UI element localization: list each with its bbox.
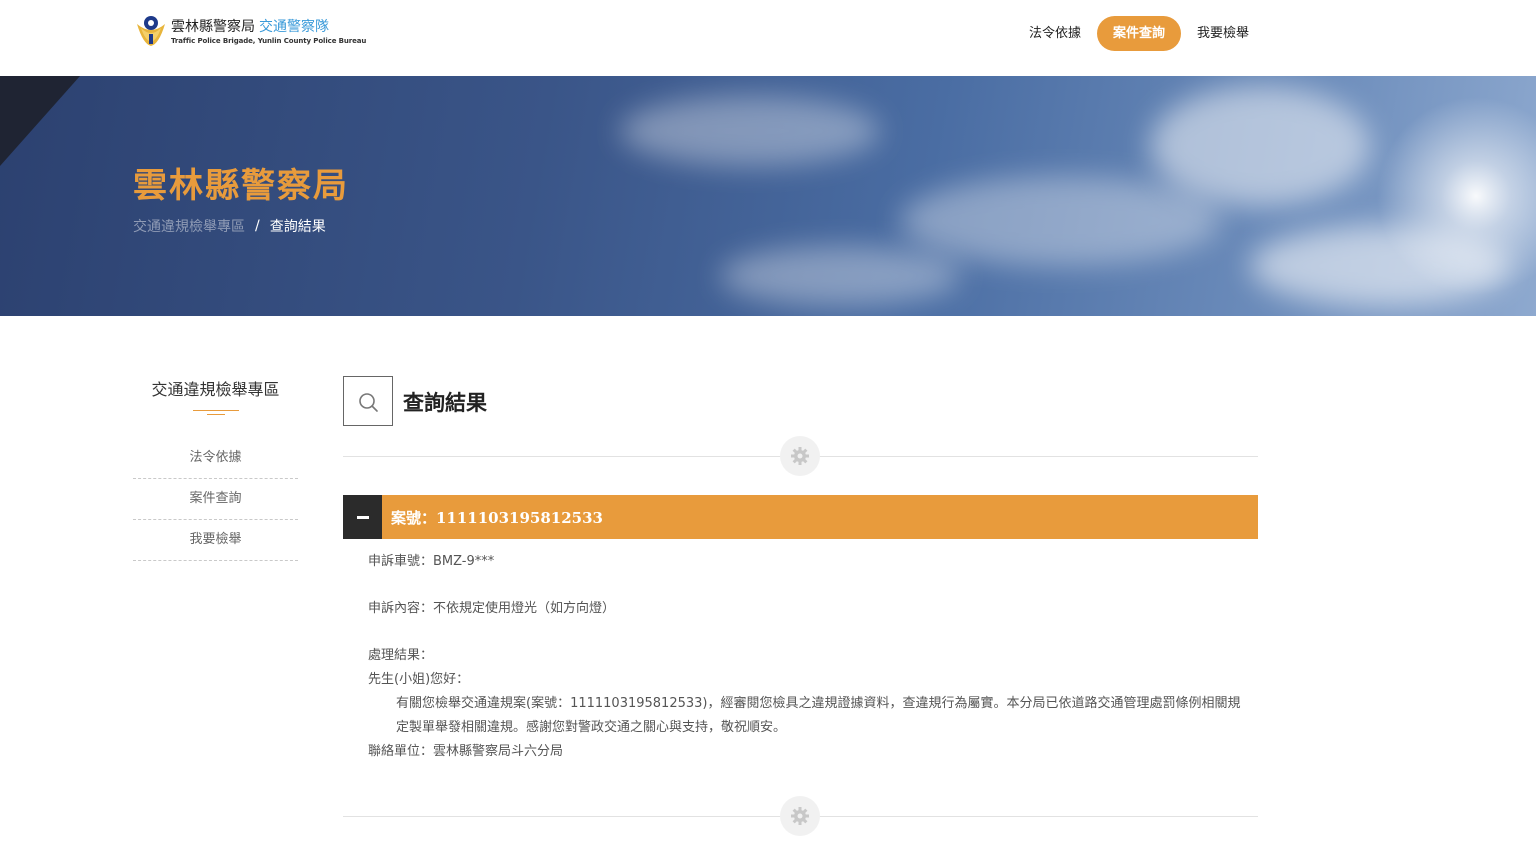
site-logo[interactable]: 雲林縣警察局 交通警察隊 Traffic Police Brigade, Yunl… [135,14,366,48]
breadcrumb-link[interactable]: 交通違規檢舉專區 [133,216,245,236]
case-header[interactable]: 案號：1111103195812533 [343,495,1258,539]
greeting: 先生(小姐)您好： [368,672,470,687]
logo-title: 雲林縣警察局 交通警察隊 [171,18,366,36]
nav-case-query[interactable]: 案件查詢 [1096,16,1181,51]
logo-subtitle: Traffic Police Brigade, Yunlin County Po… [171,36,367,45]
hero-title: 雲林縣警察局 [133,166,349,206]
minus-icon [356,515,369,519]
case-number: 案號：1111103195812533 [391,508,603,527]
main-nav: 法令依據 案件查詢 我要檢舉 [1021,16,1257,51]
hero-corner-shape [0,76,80,166]
hero-cloud [720,246,960,306]
collapse-toggle[interactable] [343,495,382,539]
result-text: 有關您檢舉交通違規案(案號：1111103195812533)，經審閱您檢具之違… [396,696,1241,735]
site-header: 雲林縣警察局 交通警察隊 Traffic Police Brigade, Yunl… [0,0,1536,76]
nav-law-basis[interactable]: 法令依據 [1021,16,1089,51]
breadcrumb-current: 查詢結果 [269,219,326,235]
logo-title-accent: 交通警察隊 [259,18,329,35]
sidebar-item-case-query[interactable]: 案件查詢 [133,479,298,520]
sidebar: 交通違規檢舉專區 法令依據 案件查詢 我要檢舉 [133,376,298,561]
search-icon [343,376,393,426]
complaint-content: 申訴內容：不依規定使用燈光（如方向燈） [368,601,616,616]
breadcrumb: 交通違規檢舉專區 / 查詢結果 [133,216,326,236]
logo-text: 雲林縣警察局 交通警察隊 Traffic Police Brigade, Yunl… [171,18,366,45]
hero-banner: 雲林縣警察局 交通違規檢舉專區 / 查詢結果 [0,76,1536,316]
sidebar-item-report[interactable]: 我要檢舉 [133,520,298,561]
nav-report[interactable]: 我要檢舉 [1189,16,1257,51]
hero-cloud [1150,86,1370,206]
police-badge-icon [135,14,167,48]
case-details: 申訴車號：BMZ-9*** 申訴內容：不依規定使用燈光（如方向燈） 處理結果： … [368,550,1253,764]
logo-title-main: 雲林縣警察局 [171,18,255,35]
gear-icon [780,436,820,476]
sidebar-item-law-basis[interactable]: 法令依據 [133,438,298,479]
result-label: 處理結果： [368,648,434,663]
page-title: 查詢結果 [403,391,487,415]
hero-cloud [900,176,1220,266]
gear-icon [780,796,820,836]
sidebar-title-divider [192,410,239,416]
contact-unit: 聯絡單位：雲林縣警察局斗六分局 [368,744,564,759]
breadcrumb-separator: / [255,218,260,234]
plate-number: 申訴車號：BMZ-9*** [368,554,495,569]
sidebar-title: 交通違規檢舉專區 [151,380,280,399]
hero-cloud [620,96,880,166]
sidebar-list: 法令依據 案件查詢 我要檢舉 [133,438,298,561]
